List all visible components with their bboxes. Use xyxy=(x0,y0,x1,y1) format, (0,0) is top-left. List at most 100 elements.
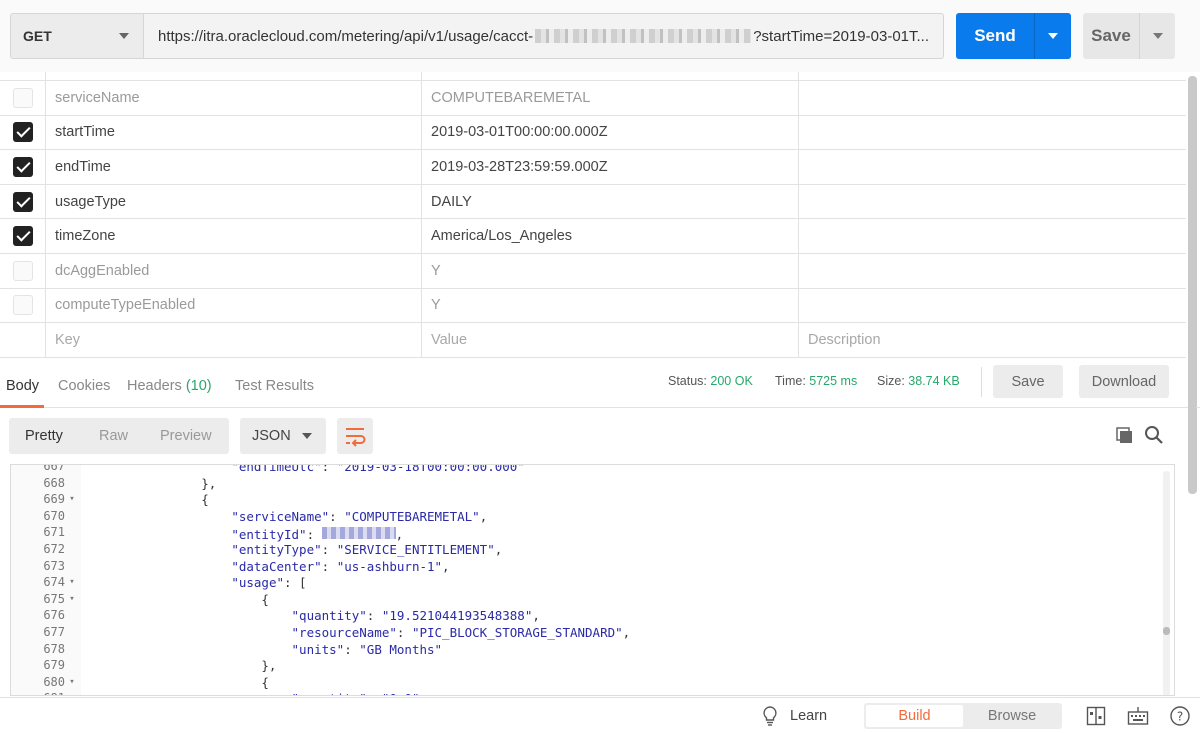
param-key[interactable]: endTime xyxy=(46,150,422,184)
param-value[interactable]: DAILY xyxy=(422,184,799,219)
url-prefix: https://itra.oraclecloud.com/metering/ap… xyxy=(158,27,534,45)
param-description[interactable] xyxy=(799,219,1186,253)
two-pane-view-icon[interactable] xyxy=(1086,706,1106,729)
param-key[interactable]: computeTypeEnabled xyxy=(46,288,422,323)
outer-scrollbar-thumb[interactable] xyxy=(1188,76,1196,494)
learn-link[interactable]: Learn xyxy=(790,708,827,724)
param-description[interactable] xyxy=(799,150,1186,184)
keyboard-shortcuts-icon[interactable] xyxy=(1127,706,1149,729)
param-value[interactable]: 2019-03-01T00:00:00.000Z xyxy=(422,115,799,150)
tab-headers-label: Headers xyxy=(127,378,182,394)
view-preview[interactable]: Preview xyxy=(160,428,212,444)
param-key[interactable]: dcAggEnabled xyxy=(46,253,422,288)
help-icon[interactable]: ? xyxy=(1169,705,1191,730)
code-line: 670 "serviceName": "COMPUTEBAREMETAL", xyxy=(11,509,1174,526)
param-enabled-cell xyxy=(0,81,46,115)
editor-scrollbar-thumb[interactable] xyxy=(1163,627,1170,635)
response-view-toolbar: Pretty Raw Preview JSON xyxy=(0,408,1200,464)
tab-body[interactable]: Body xyxy=(6,378,39,394)
param-description[interactable] xyxy=(799,289,1186,323)
view-raw[interactable]: Raw xyxy=(99,428,128,444)
code-text: "entityType": "SERVICE_ENTITLEMENT", xyxy=(231,542,503,557)
code-line: 668 }, xyxy=(11,476,1174,493)
param-value[interactable]: 2019-03-28T23:59:59.000Z xyxy=(422,150,799,184)
param-description[interactable] xyxy=(799,81,1186,115)
line-number: 667 xyxy=(43,464,65,473)
code-line: 672 "entityType": "SERVICE_ENTITLEMENT", xyxy=(11,542,1174,559)
param-enabled-checkbox[interactable] xyxy=(12,156,33,177)
fold-toggle-icon[interactable]: ▾ xyxy=(65,575,79,592)
line-number: 679 xyxy=(43,658,65,673)
tab-cookies[interactable]: Cookies xyxy=(58,378,110,394)
save-request-button[interactable]: Save xyxy=(1083,13,1175,59)
param-key[interactable]: usageType xyxy=(46,184,422,219)
build-tab[interactable]: Build xyxy=(866,705,963,727)
code-text: { xyxy=(141,674,269,690)
param-value[interactable]: COMPUTEBAREMETAL xyxy=(422,81,799,115)
param-enabled-cell xyxy=(0,150,46,184)
size-label: Size: xyxy=(877,374,905,388)
save-response-button[interactable]: Save xyxy=(993,365,1063,398)
param-enabled-checkbox[interactable] xyxy=(12,191,33,212)
tab-test-results[interactable]: Test Results xyxy=(235,378,314,394)
code-line: 679 }, xyxy=(11,658,1174,675)
param-value[interactable]: Y xyxy=(422,253,799,288)
param-row: startTime 2019-03-01T00:00:00.000Z xyxy=(0,115,1186,151)
param-row: serviceName COMPUTEBAREMETAL xyxy=(0,81,1186,116)
param-row: dcAggEnabled Y xyxy=(0,253,1186,289)
param-description[interactable] xyxy=(799,254,1186,288)
param-key[interactable]: serviceName xyxy=(46,81,422,115)
code-text: "units": "GB Months" xyxy=(291,641,443,657)
new-key-input[interactable]: Key xyxy=(46,323,422,357)
send-label: Send xyxy=(974,26,1016,45)
code-line: 673 "dataCenter": "us-ashburn-1", xyxy=(11,559,1174,576)
send-options-chevron-icon[interactable] xyxy=(1035,13,1071,59)
browse-tab[interactable]: Browse xyxy=(964,705,1060,727)
headers-count: (10) xyxy=(185,378,212,394)
param-enabled-checkbox[interactable] xyxy=(12,87,33,108)
line-number: 670 xyxy=(43,508,65,523)
param-value[interactable]: Y xyxy=(422,288,799,323)
line-number: 677 xyxy=(43,625,65,639)
lightbulb-icon[interactable] xyxy=(761,705,779,730)
download-button[interactable]: Download xyxy=(1079,365,1169,398)
response-body-editor[interactable]: 667 "endTimeUtc": "2019-03-18T00:00:00.0… xyxy=(10,464,1175,696)
fold-toggle-icon[interactable]: ▾ xyxy=(65,492,79,509)
format-select[interactable]: JSON xyxy=(240,418,326,454)
param-description[interactable] xyxy=(799,185,1186,219)
view-pretty[interactable]: Pretty xyxy=(25,428,63,444)
param-description[interactable] xyxy=(799,116,1186,150)
search-icon[interactable] xyxy=(1143,424,1165,446)
param-enabled-checkbox[interactable] xyxy=(12,295,33,316)
param-enabled-cell xyxy=(0,288,46,323)
param-enabled-checkbox[interactable] xyxy=(12,122,33,143)
param-key[interactable]: startTime xyxy=(46,115,422,150)
code-text: "usage": [ xyxy=(231,575,307,591)
save-options-chevron-icon[interactable] xyxy=(1140,13,1175,59)
tab-headers[interactable]: Headers (10) xyxy=(127,378,212,394)
fold-toggle-icon[interactable]: ▾ xyxy=(65,675,79,692)
time-label: Time: xyxy=(775,374,806,388)
new-description-input[interactable]: Description xyxy=(799,323,1186,357)
param-key[interactable]: timeZone xyxy=(46,219,422,253)
param-value[interactable]: America/Los_Angeles xyxy=(422,219,799,253)
send-button[interactable]: Send xyxy=(956,13,1071,59)
param-enabled-checkbox[interactable] xyxy=(12,226,33,247)
param-enabled-checkbox[interactable] xyxy=(12,260,33,281)
wrap-lines-button[interactable] xyxy=(337,418,373,454)
url-input[interactable]: https://itra.oraclecloud.com/metering/ap… xyxy=(144,13,944,59)
redacted-account-id xyxy=(535,29,752,43)
param-row: usageType DAILY xyxy=(0,184,1186,220)
new-value-input[interactable]: Value xyxy=(422,323,799,357)
editor-scrollbar-track[interactable] xyxy=(1163,471,1170,695)
code-text: "resourceName": "PIC_BLOCK_STORAGE_STAND… xyxy=(291,625,631,640)
params-new-row: Key Value Description xyxy=(0,323,1186,358)
method-select[interactable]: GET xyxy=(10,13,144,59)
code-text: }, xyxy=(141,658,277,674)
copy-icon[interactable] xyxy=(1114,424,1136,446)
line-number: 668 xyxy=(43,475,65,490)
fold-toggle-icon[interactable]: ▾ xyxy=(65,592,79,609)
